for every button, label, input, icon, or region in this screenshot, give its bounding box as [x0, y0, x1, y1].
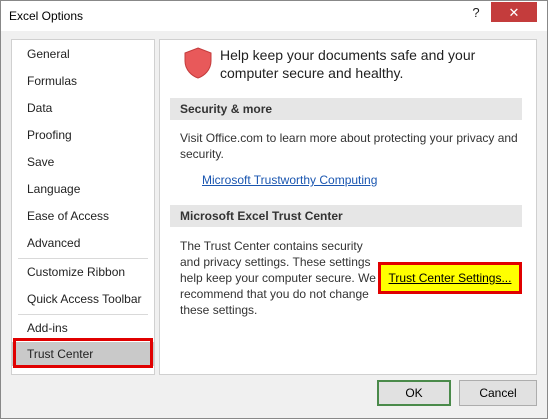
help-icon: ?	[472, 4, 480, 20]
nav-item-language[interactable]: Language	[12, 177, 154, 201]
close-button[interactable]: ✕	[491, 2, 537, 22]
nav-item-customize-ribbon[interactable]: Customize Ribbon	[12, 260, 154, 284]
window-title: Excel Options	[9, 9, 84, 23]
nav-item-formulas[interactable]: Formulas	[12, 69, 154, 93]
nav-item-add-ins[interactable]: Add-ins	[12, 316, 154, 340]
nav-item-trust-center[interactable]: Trust Center	[12, 342, 154, 366]
trustworthy-computing-link[interactable]: Microsoft Trustworthy Computing	[202, 173, 377, 187]
nav-divider	[18, 258, 148, 259]
trust-center-settings-button[interactable]: Trust Center Settings...	[378, 262, 522, 294]
trust-center-panel: Help keep your documents safe and your c…	[159, 39, 537, 375]
nav-item-proofing[interactable]: Proofing	[12, 123, 154, 147]
security-section-text: Visit Office.com to learn more about pro…	[180, 131, 518, 161]
security-section-heading: Security & more	[170, 98, 522, 120]
options-nav: General Formulas Data Proofing Save Lang…	[11, 39, 155, 375]
trust-center-section-text: The Trust Center contains security and p…	[180, 239, 376, 317]
intro-text: Help keep your documents safe and your c…	[220, 47, 476, 81]
shield-icon	[184, 47, 212, 79]
help-button[interactable]: ?	[463, 2, 489, 22]
trust-center-section-heading: Microsoft Excel Trust Center	[170, 205, 522, 227]
nav-item-ease-of-access[interactable]: Ease of Access	[12, 204, 154, 228]
title-bar: Excel Options ? ✕	[1, 1, 547, 31]
nav-item-general[interactable]: General	[12, 42, 154, 66]
nav-item-save[interactable]: Save	[12, 150, 154, 174]
nav-item-quick-access-toolbar[interactable]: Quick Access Toolbar	[12, 287, 154, 311]
nav-item-data[interactable]: Data	[12, 96, 154, 120]
nav-item-advanced[interactable]: Advanced	[12, 231, 154, 255]
close-icon: ✕	[508, 4, 520, 20]
cancel-button[interactable]: Cancel	[459, 380, 537, 406]
excel-options-dialog: Excel Options ? ✕ General Formulas Data …	[0, 0, 548, 419]
nav-divider	[18, 314, 148, 315]
ok-button[interactable]: OK	[377, 380, 451, 406]
